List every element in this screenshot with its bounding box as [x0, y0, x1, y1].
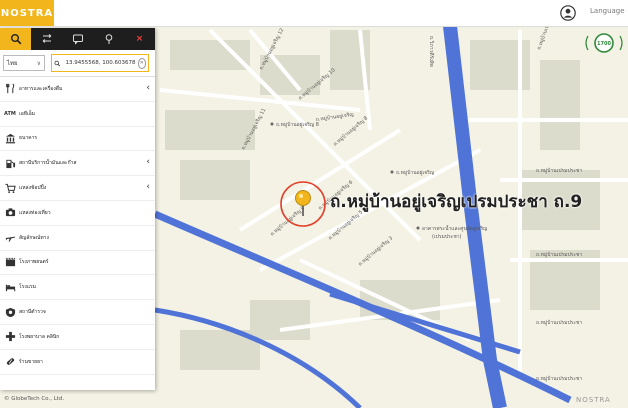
film-icon — [4, 256, 16, 268]
category-hotel[interactable]: โรงแรม — [0, 275, 155, 301]
category-atm[interactable]: ATM เอทีเอ็ม — [0, 102, 155, 127]
tab-comment[interactable] — [62, 28, 93, 50]
chevron-left-icon: ‹ — [146, 157, 150, 168]
category-label: สถานีบริการน้ำมันและก๊าส — [19, 160, 77, 167]
category-food[interactable]: อาหารและเครื่องดื่ม ‹ — [0, 77, 155, 102]
chevron-left-icon: ‹ — [146, 83, 150, 93]
category-airport[interactable]: สัญลักษณ์ทาง — [0, 226, 155, 251]
category-label: สถานีตำรวจ — [19, 309, 46, 316]
place-name-label: ถ.หมู่บ้านอยู่เจริญเปรมประชา ถ.9 — [330, 192, 583, 212]
road-label: ถ.หมู่บ้านเปรมประชา — [536, 167, 582, 174]
comment-icon — [72, 34, 83, 45]
search-icon — [54, 60, 61, 66]
category-cinema[interactable]: โรงภาพยนตร์ — [0, 251, 155, 276]
category-label: แหล่งช้อปปิ้ง — [19, 185, 47, 192]
clear-icon[interactable]: ✕ — [137, 57, 146, 69]
search-icon — [10, 34, 21, 45]
coordinate-search-box: ✕ — [51, 54, 149, 72]
category-shopping[interactable]: แหล่งช้อปปิ้ง ‹ — [0, 176, 155, 201]
hospital-cross-icon — [4, 331, 16, 343]
category-label: อาหารและเครื่องดื่ม — [19, 85, 63, 92]
category-fuel[interactable]: สถานีบริการน้ำมันและก๊าส ‹ — [0, 151, 155, 177]
airplane-icon — [4, 232, 16, 244]
user-account-icon[interactable] — [560, 5, 576, 21]
category-label: โรงแรม — [19, 284, 37, 291]
atm-icon: ATM — [4, 108, 16, 120]
footer-brand: NOSTRA — [576, 396, 611, 404]
road-label: ถ.วิภาวดีรังสิต — [428, 36, 435, 67]
fuel-pump-icon — [4, 157, 16, 169]
category-label: สัญลักษณ์ทาง — [19, 234, 49, 241]
road-label: ถ.หมู่บ้านเปรมประชา — [536, 251, 582, 258]
close-button[interactable]: × — [124, 28, 155, 50]
poi-label: (เปรมประชา) — [432, 234, 462, 240]
panel-toolbar: × — [0, 28, 155, 50]
tab-route[interactable] — [31, 28, 62, 50]
category-label: โรงพยาบาล คลินิก — [19, 333, 60, 340]
road-label: ถ.หมู่บ้านเปรมประชา — [536, 375, 582, 382]
category-label: ร้านขายยา — [19, 358, 43, 365]
route-icon — [42, 34, 51, 43]
tab-pin[interactable] — [93, 28, 124, 50]
category-label: โรงภาพยนตร์ — [19, 259, 49, 266]
category-hospital[interactable]: โรงพยาบาล คลินิก — [0, 325, 155, 350]
nostra-logo[interactable]: NOSTRA — [0, 0, 54, 26]
badge-text: 1700 — [597, 41, 611, 47]
coordinate-input[interactable] — [63, 59, 138, 67]
category-label: เอทีเอ็ม — [19, 110, 36, 117]
category-label: ธนาคาร — [19, 135, 38, 142]
category-label: แหล่งท่องเที่ยว — [19, 209, 51, 216]
shopping-cart-icon — [4, 182, 16, 194]
poi-label: ถ.หมู่บ้านอยู่เจริญ — [396, 169, 434, 176]
category-police[interactable]: สถานีตำรวจ — [0, 300, 155, 325]
road-label: ถ.หมู่บ้านเปรมประชา — [536, 319, 582, 326]
category-pharmacy[interactable]: ร้านขายยา — [0, 350, 155, 375]
copyright-text: © GlobeTech Co., Ltd. — [4, 396, 65, 402]
chevron-left-icon: ‹ — [146, 182, 150, 193]
svg-text:ATM: ATM — [4, 111, 16, 117]
category-attractions[interactable]: แหล่งท่องเที่ยว — [0, 201, 155, 226]
chevron-down-icon: ∨ — [36, 59, 41, 67]
map-pin-icon[interactable] — [295, 190, 311, 206]
language-select-value: ไทย — [7, 60, 18, 67]
bank-icon — [4, 132, 16, 144]
category-list: อาหารและเครื่องดื่ม ‹ ATM เอทีเอ็ม ธนาคา… — [0, 77, 155, 375]
bed-icon — [4, 281, 16, 293]
language-link[interactable]: Language — [590, 7, 625, 15]
language-select[interactable]: ไทย ∨ — [3, 55, 45, 71]
tab-search[interactable] — [0, 28, 31, 50]
top-bar: NOSTRA Language — [0, 0, 628, 27]
fork-knife-icon — [4, 83, 16, 95]
pin-icon — [105, 34, 112, 44]
side-panel: × ไทย ∨ ✕ อาหารและเครื่องดื่ม ‹ ATM เอที… — [0, 28, 155, 390]
poi-label: ถ.หมู่บ้านอยู่เจริญ 8 — [276, 121, 319, 128]
police-icon — [4, 306, 16, 318]
search-row: ไทย ∨ ✕ — [0, 50, 155, 77]
category-bank[interactable]: ธนาคาร — [0, 127, 155, 152]
camera-icon — [4, 207, 16, 219]
pill-icon — [4, 356, 16, 368]
